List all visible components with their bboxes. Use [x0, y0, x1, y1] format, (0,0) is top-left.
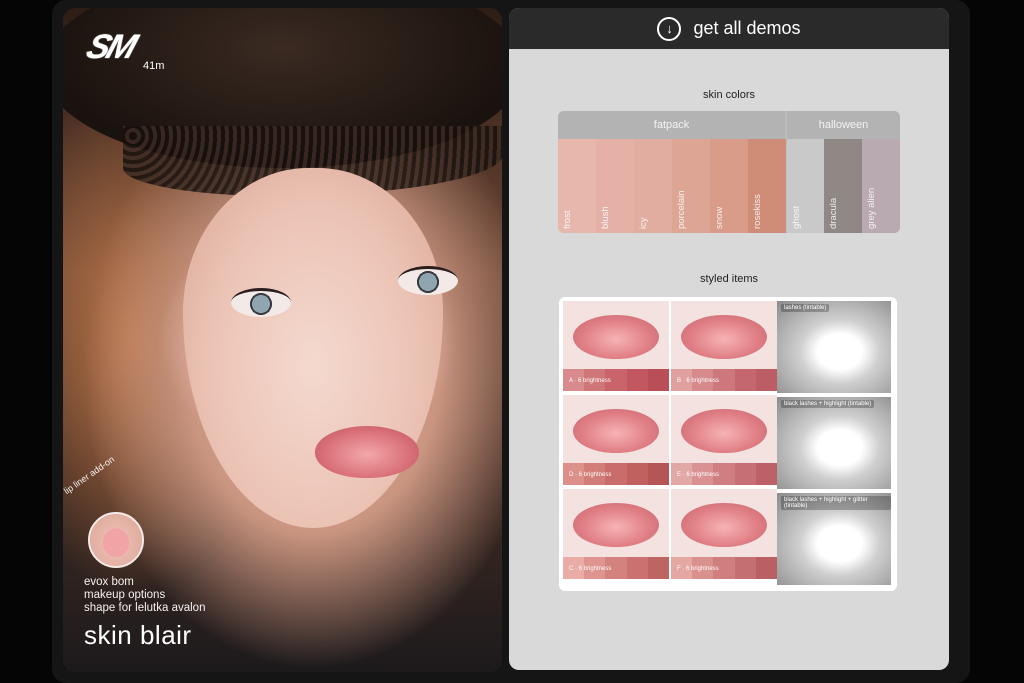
swatch-rosekiss[interactable]: rosekiss [748, 139, 786, 233]
lip-style-tag: E · 6 brightness [677, 472, 720, 478]
model-eye-left [231, 288, 291, 317]
product-promo-image [63, 8, 502, 672]
lash-style-tile[interactable]: black lashes + highlight (tintable) [777, 397, 891, 489]
brand-logo-sub: 41m [143, 60, 165, 72]
model-eye-right [398, 266, 458, 295]
lash-style-label: lashes (tintable) [781, 304, 830, 312]
lip-style-tag: F · 6 brightness [677, 566, 719, 572]
swatch-label: frost [562, 210, 573, 229]
lip-style-tile[interactable]: F · 6 brightness [671, 489, 777, 579]
lip-preview [681, 409, 767, 453]
group-halloween: halloween [787, 111, 900, 139]
lip-style-tile[interactable]: E · 6 brightness [671, 395, 777, 485]
lip-preview [681, 315, 767, 359]
lash-style-label: black lashes + highlight (tintable) [781, 400, 875, 408]
product-title: skin blair [84, 620, 192, 650]
lip-style-tile[interactable]: A · 6 brightness [563, 301, 669, 391]
swatch-snow[interactable]: snow [710, 139, 748, 233]
lip-style-tag: B · 6 brightness [677, 378, 720, 384]
swatch-ghost[interactable]: ghost [787, 139, 824, 233]
swatch-label: rosekiss [752, 194, 763, 229]
model-lips [315, 426, 419, 478]
feature-item: shape for lelutka avalon [84, 602, 206, 614]
lip-preview [681, 503, 767, 547]
get-all-demos-button[interactable]: ↓ get all demos [509, 8, 949, 49]
swatch-label: dracula [828, 197, 839, 229]
lip-preview [573, 409, 659, 453]
skin-color-swatches: fatpack halloween frost blush icy porcel… [558, 111, 900, 233]
lash-style-tile[interactable]: black lashes + highlight + glitter (tint… [777, 493, 891, 585]
lip-liner-addon-thumbnail [88, 512, 144, 568]
download-circle-icon: ↓ [657, 16, 682, 41]
swatch-blush[interactable]: blush [596, 139, 634, 233]
styled-items-preview: A · 6 brightness B · 6 brightness D · 6 … [559, 297, 897, 591]
swatch-frost[interactable]: frost [558, 139, 596, 233]
swatch-label: ghost [791, 205, 802, 229]
lip-style-tile[interactable]: C · 6 brightness [563, 489, 669, 579]
feature-list: evox bom makeup options shape for lelutk… [84, 576, 205, 615]
swatch-label: icy [638, 217, 649, 229]
skin-colors-title: skin colors [703, 89, 755, 101]
swatch-porcelain[interactable]: porcelain [672, 139, 710, 233]
lip-preview [573, 315, 659, 359]
feature-item: evox bom [84, 576, 134, 588]
lip-style-tag: A · 6 brightness [569, 378, 611, 384]
lip-style-tag: C · 6 brightness [569, 566, 612, 572]
swatch-label: blush [600, 206, 611, 229]
lip-style-tile[interactable]: B · 6 brightness [671, 301, 777, 391]
group-fatpack: fatpack [558, 111, 785, 139]
swatch-label: porcelain [676, 190, 687, 229]
lip-preview [573, 503, 659, 547]
swatch-label: snow [714, 206, 725, 229]
styled-items-title: styled items [699, 273, 759, 285]
model-face [183, 168, 443, 528]
feature-item: makeup options [84, 589, 166, 601]
info-panel: ↓ get all demos skin colors fatpack hall… [509, 8, 949, 670]
lip-style-tile[interactable]: D · 6 brightness [563, 395, 669, 485]
brand-logo-mark: SM [81, 28, 140, 66]
get-all-demos-label: get all demos [693, 18, 801, 38]
swatch-icy[interactable]: icy [634, 139, 672, 233]
lip-style-tag: D · 6 brightness [569, 472, 612, 478]
swatch-label: grey alien [866, 187, 877, 229]
swatch-grey-alien[interactable]: grey alien [862, 139, 900, 233]
lash-style-tile[interactable]: lashes (tintable) [777, 301, 891, 393]
lash-style-label: black lashes + highlight + glitter (tint… [781, 496, 891, 510]
swatch-dracula[interactable]: dracula [824, 139, 862, 233]
brand-logo: SM 41m [82, 28, 165, 72]
